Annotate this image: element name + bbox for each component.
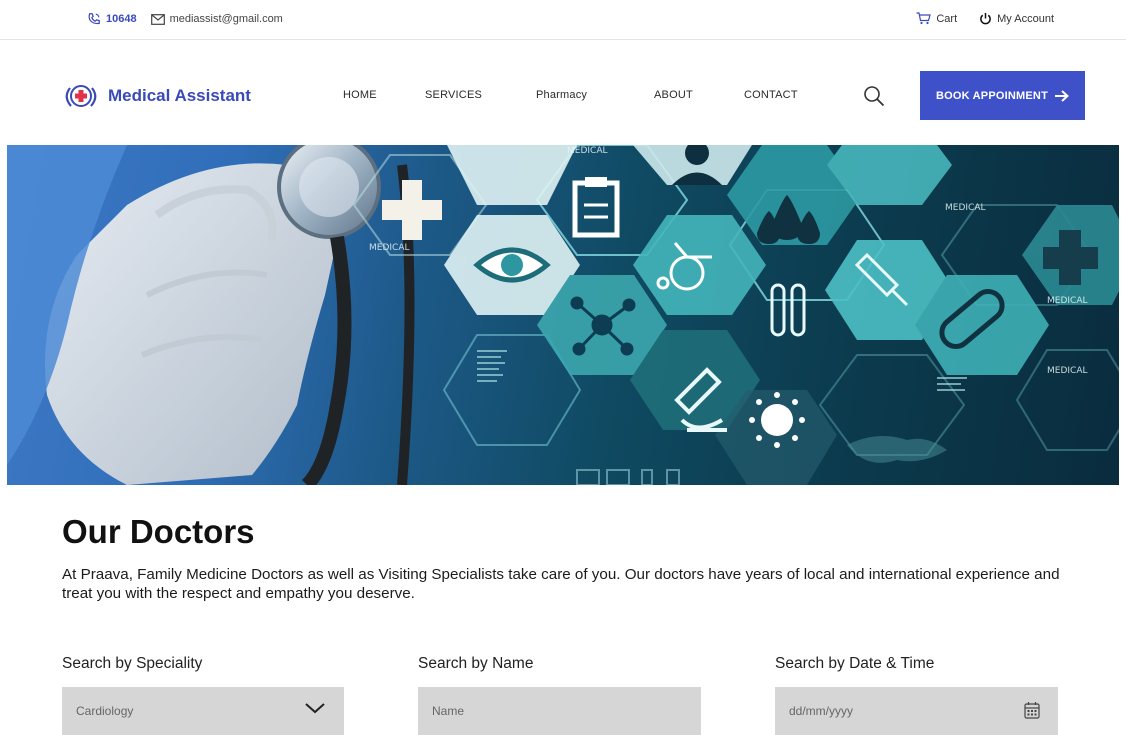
nav-home[interactable]: HOME (343, 89, 377, 101)
phone-number: 10648 (106, 13, 137, 25)
mail-icon (150, 13, 165, 25)
search-icon (864, 86, 885, 107)
clipboard-icon (572, 177, 620, 238)
date-input[interactable]: dd/mm/yyyy (775, 687, 1058, 735)
section-title: Our Doctors (62, 513, 255, 550)
main-navbar: Medical Assistant HOME SERVICES Pharmacy… (0, 41, 1126, 145)
phone-link[interactable]: 10648 (87, 12, 137, 26)
date-time-label: Search by Date & Time (775, 655, 935, 672)
nav-services[interactable]: SERVICES (425, 89, 482, 101)
medical-logo-icon (65, 85, 97, 107)
hex-label: MEDICAL (369, 243, 410, 253)
nav-contact[interactable]: CONTACT (744, 89, 798, 101)
eye-icon (473, 247, 551, 283)
speciality-label: Search by Speciality (62, 655, 203, 672)
book-appointment-label: BOOK APPOINMENT (936, 89, 1048, 102)
my-account-label: My Account (997, 12, 1054, 25)
nav-about[interactable]: ABOUT (654, 89, 693, 101)
brand-logo[interactable]: Medical Assistant (62, 80, 251, 112)
calendar-icon[interactable] (1024, 701, 1040, 719)
email-link[interactable]: mediassist@gmail.com (150, 13, 283, 25)
account-links: Cart My Account (916, 12, 1054, 25)
hero-banner: MEDICAL MEDICAL MEDICAL MEDICAL MEDICAL (7, 145, 1119, 485)
hero-illustration: MEDICAL MEDICAL MEDICAL MEDICAL MEDICAL (7, 145, 1119, 485)
cart-link[interactable]: Cart (916, 12, 957, 25)
test-tubes-icon (770, 283, 806, 337)
top-utility-bar: 10648 mediassist@gmail.com Cart My Accou… (0, 0, 1126, 40)
hex-label: MEDICAL (567, 146, 608, 156)
cross-icon (382, 180, 442, 240)
name-label: Search by Name (418, 655, 534, 672)
hex-label: MEDICAL (945, 203, 986, 213)
speciality-value: Cardiology (76, 704, 134, 718)
nav-pharmacy[interactable]: Pharmacy (536, 89, 587, 101)
date-placeholder: dd/mm/yyyy (789, 704, 854, 718)
brand-name: Medical Assistant (108, 86, 251, 105)
cart-icon (916, 12, 932, 25)
chevron-down-icon (305, 703, 325, 714)
section-intro: At Praava, Family Medicine Doctors as we… (62, 566, 1060, 602)
power-icon (980, 12, 991, 25)
hex-label: MEDICAL (1047, 296, 1088, 306)
phone-icon (88, 13, 100, 25)
book-appointment-button[interactable]: BOOK APPOINMENT (920, 71, 1085, 120)
my-account-link[interactable]: My Account (979, 12, 1054, 25)
name-placeholder: Name (432, 704, 465, 718)
name-input[interactable]: Name (418, 687, 701, 735)
speciality-select[interactable]: Cardiology (62, 687, 344, 735)
contact-info: 10648 mediassist@gmail.com (87, 12, 283, 26)
hex-label: MEDICAL (1047, 366, 1088, 376)
email-address: mediassist@gmail.com (169, 13, 283, 25)
arrow-right-icon (1055, 89, 1069, 102)
cart-label: Cart (936, 12, 958, 25)
search-button[interactable] (863, 85, 885, 107)
